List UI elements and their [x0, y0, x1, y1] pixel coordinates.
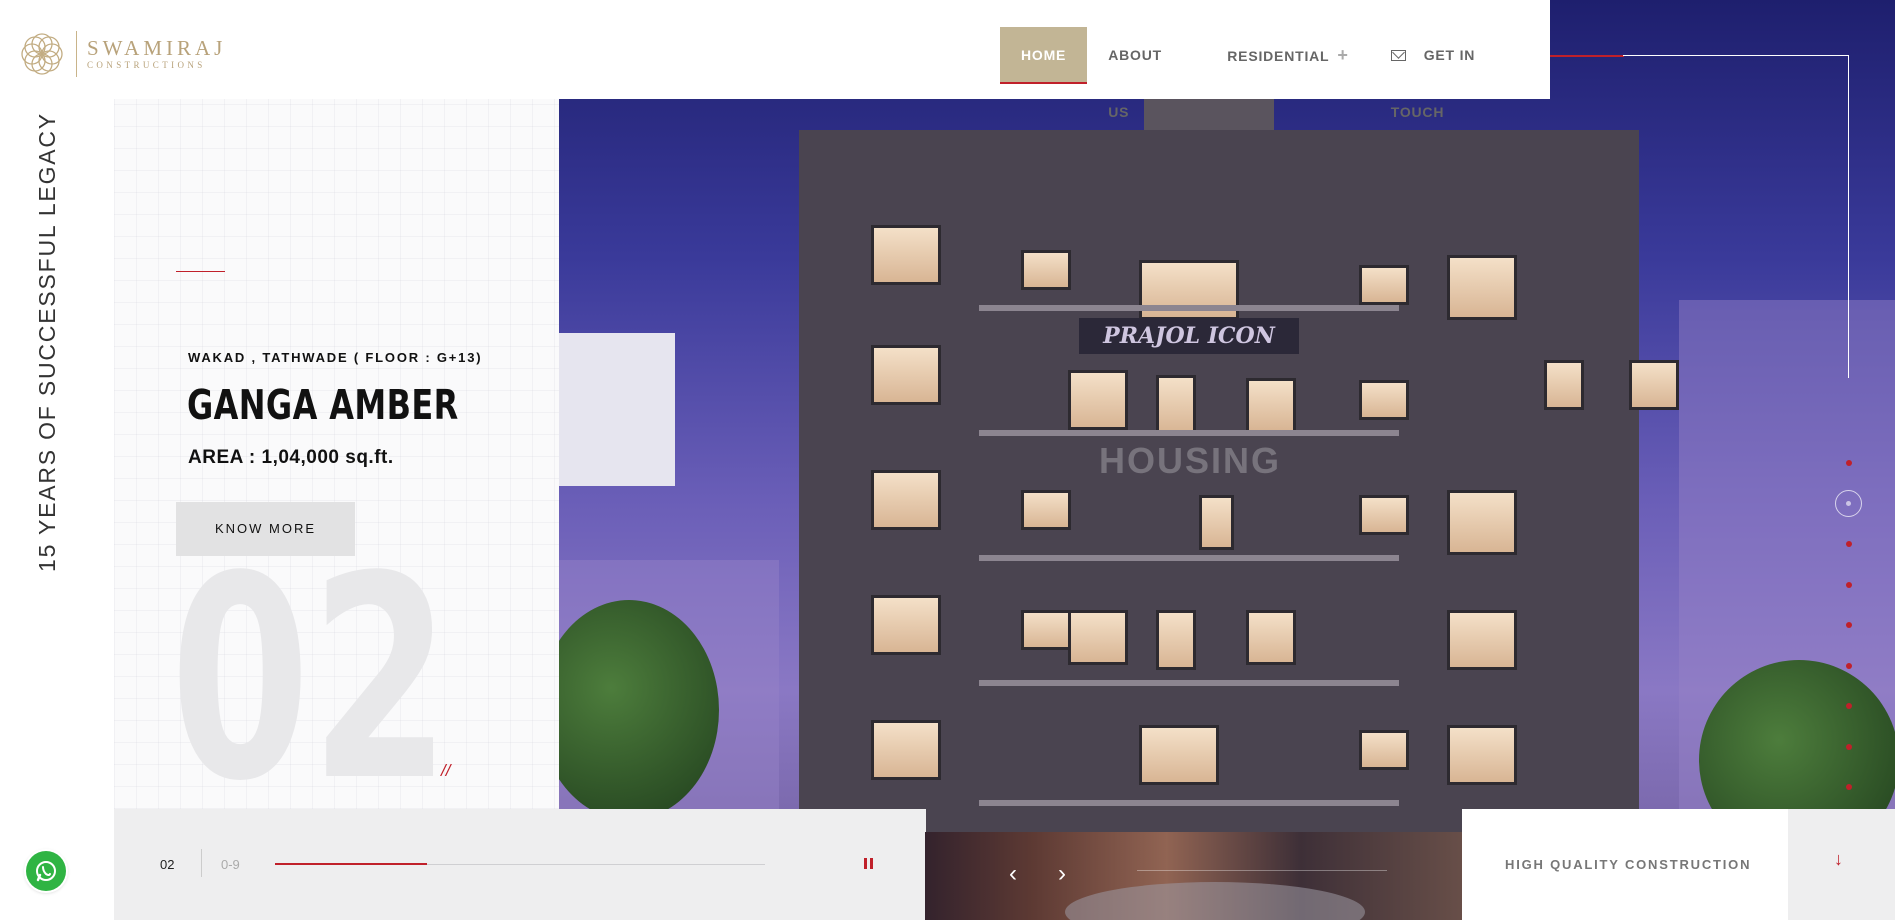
pagination-dot-4[interactable]	[1846, 581, 1852, 588]
building-sign: PRAJOL ICON	[1079, 318, 1299, 354]
nav-get-in-touch[interactable]: GET IN TOUCH	[1370, 27, 1550, 120]
nav-residential-label: RESIDENTIAL	[1227, 48, 1330, 64]
accent-line	[1549, 55, 1624, 57]
legacy-tagline: 15 YEARS OF SUCCESSFUL LEGACY	[34, 112, 60, 572]
feature-label: HIGH QUALITY CONSTRUCTION	[1505, 857, 1752, 872]
brand-tagline: CONSTRUCTIONS	[87, 60, 206, 70]
slide-location: WAKAD , TATHWADE ( FLOOR : G+13)	[188, 350, 483, 365]
accent-dash	[176, 271, 225, 272]
whatsapp-button[interactable]	[26, 851, 66, 891]
pagination-dot-1[interactable]	[1846, 460, 1852, 466]
scroll-down-button[interactable]: ↓	[1788, 809, 1895, 920]
frame-line	[1623, 55, 1849, 56]
site-header: SWAMIRAJ CONSTRUCTIONS HOME ABOUT US RES…	[0, 0, 1550, 120]
progress-track	[275, 863, 765, 865]
nav-residential[interactable]: RESIDENTIAL +	[1206, 27, 1369, 84]
mail-icon	[1390, 50, 1406, 61]
progress-fill	[275, 863, 427, 865]
know-more-button[interactable]: KNOW MORE	[176, 502, 355, 556]
next-arrow-icon[interactable]: ›	[1050, 862, 1074, 886]
logo-emblem-icon	[18, 30, 66, 78]
prev-arrow-icon[interactable]: ‹	[1001, 862, 1025, 886]
frame-line-vertical	[1848, 55, 1849, 378]
pause-icon	[864, 858, 873, 869]
pagination-dot-2[interactable]	[1835, 489, 1862, 517]
nav-home[interactable]: HOME	[1000, 27, 1088, 84]
pagination-dot-6[interactable]	[1846, 662, 1852, 669]
slide-number-watermark: 02	[170, 517, 451, 843]
pagination-dot-9[interactable]	[1846, 784, 1852, 790]
slide-area: AREA : 1,04,000 sq.ft.	[188, 447, 394, 468]
pagination-dot-3[interactable]	[1846, 541, 1852, 547]
main-nav: HOME ABOUT US RESIDENTIAL + GET IN TOUCH	[1000, 27, 1550, 120]
slide-range: 0-9	[221, 857, 240, 872]
brand-name: SWAMIRAJ	[87, 36, 227, 60]
pagination-dot-5[interactable]	[1846, 622, 1852, 628]
feature-label-box: HIGH QUALITY CONSTRUCTION	[1462, 809, 1788, 920]
whatsapp-icon	[36, 861, 56, 882]
image-watermark: HOUSING	[1099, 440, 1282, 481]
current-slide-number: 02	[160, 857, 175, 872]
pagination-dot-8[interactable]	[1846, 743, 1852, 750]
arrow-down-icon: ↓	[1834, 849, 1843, 869]
slash-decoration: //	[441, 761, 451, 780]
pagination-dot-7[interactable]	[1846, 703, 1852, 709]
slide-title: GANGA AMBER	[187, 381, 459, 429]
plus-icon: +	[1337, 45, 1349, 65]
slider-progress: 02 0-9	[114, 809, 814, 920]
logo[interactable]: SWAMIRAJ CONSTRUCTIONS	[18, 30, 226, 78]
overlay-box	[559, 333, 675, 486]
hero-image: PRAJOL ICON HOUSING	[559, 0, 1895, 920]
nav-about-us[interactable]: ABOUT US	[1087, 27, 1206, 120]
pause-button[interactable]	[814, 809, 926, 920]
